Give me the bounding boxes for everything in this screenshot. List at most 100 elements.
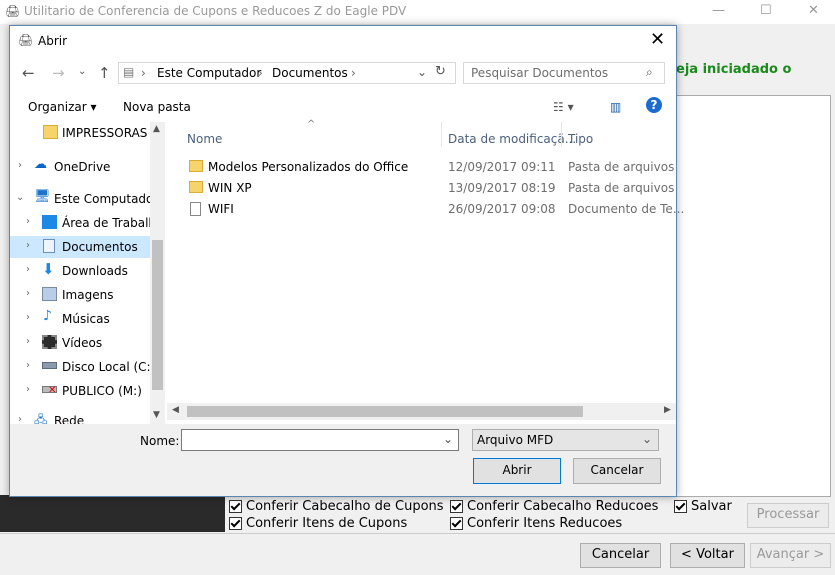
search-box[interactable]: Pesquisar Documentos ⌕ bbox=[463, 62, 665, 84]
divider bbox=[0, 533, 835, 534]
file-list-horizontal-scrollbar[interactable]: ◀ ▶ bbox=[167, 403, 676, 420]
next-button[interactable]: Avançar > bbox=[750, 543, 831, 568]
nav-item-onedrive[interactable]: › ☁ OneDrive bbox=[10, 156, 150, 178]
nav-item-label: PUBLICO (M:) bbox=[62, 384, 142, 398]
breadcrumb-este-computador[interactable]: Este Computador bbox=[157, 66, 261, 80]
file-row[interactable]: WIFI 26/09/2017 09:08 Documento de Te... bbox=[185, 199, 684, 219]
address-bar[interactable]: ▤ › Este Computador › Documentos › ⌄ ↻ bbox=[118, 62, 456, 84]
nav-item-videos[interactable]: › Vídeos bbox=[10, 332, 150, 354]
nav-item-impressoras[interactable]: IMPRESSORAS bbox=[10, 122, 150, 144]
documents-icon: ▤ bbox=[123, 65, 135, 79]
checkbox-checked-icon[interactable] bbox=[229, 500, 242, 513]
dialog-close-button[interactable]: ✕ bbox=[650, 29, 665, 50]
file-type-value: Arquivo MFD bbox=[477, 433, 554, 447]
nav-item-downloads[interactable]: › ⬇ Downloads bbox=[10, 260, 150, 282]
chevron-right-icon[interactable]: › bbox=[26, 240, 30, 251]
nav-item-imagens[interactable]: › Imagens bbox=[10, 284, 150, 306]
chevron-right-icon[interactable]: › bbox=[26, 312, 30, 323]
help-icon[interactable]: ? bbox=[646, 97, 662, 113]
dialog-cancel-button[interactable]: Cancelar bbox=[573, 458, 661, 484]
nav-pane-scrollbar[interactable]: ▲ ▼ bbox=[150, 122, 165, 424]
nav-item-musicas[interactable]: › ♪ Músicas bbox=[10, 308, 150, 330]
chevron-right-icon[interactable]: › bbox=[26, 216, 30, 227]
checkbox-conferir-cabecalho-reducoes[interactable]: Conferir Cabecalho Reducoes bbox=[450, 499, 658, 514]
checkbox-checked-icon[interactable] bbox=[450, 500, 463, 513]
scroll-down-icon[interactable]: ▼ bbox=[153, 410, 160, 420]
up-arrow-icon[interactable]: ↑ bbox=[98, 64, 111, 82]
scroll-left-icon[interactable]: ◀ bbox=[172, 405, 179, 415]
nav-item-label: Imagens bbox=[62, 288, 114, 302]
dialog-title: Abrir bbox=[38, 34, 68, 48]
maximize-button[interactable]: ☐ bbox=[760, 3, 772, 18]
checkbox-checked-icon[interactable] bbox=[674, 500, 687, 513]
scrollbar-thumb[interactable] bbox=[152, 240, 163, 390]
chevron-right-icon[interactable]: › bbox=[26, 264, 30, 275]
printer-icon: 🖨 bbox=[18, 33, 34, 47]
open-button[interactable]: Abrir bbox=[473, 458, 561, 484]
column-separator[interactable] bbox=[441, 122, 442, 147]
process-button[interactable]: Processar bbox=[747, 503, 829, 528]
nav-item-publico[interactable]: › ✕ PUBLICO (M:) bbox=[10, 380, 150, 402]
back-arrow-icon[interactable]: ← bbox=[22, 64, 35, 82]
checkbox-conferir-itens-cupons[interactable]: Conferir Itens de Cupons bbox=[229, 516, 407, 531]
dark-panel bbox=[0, 495, 225, 532]
chevron-down-icon[interactable]: ⌄ bbox=[16, 192, 24, 203]
folder-icon bbox=[43, 125, 58, 139]
preview-pane-icon[interactable]: ▥ bbox=[610, 100, 621, 114]
column-header-type[interactable]: Tipo bbox=[568, 132, 593, 146]
main-cancel-button[interactable]: Cancelar bbox=[580, 543, 661, 568]
refresh-icon[interactable]: ↻ bbox=[435, 64, 446, 79]
breadcrumb-documentos[interactable]: Documentos bbox=[272, 66, 348, 80]
back-button[interactable]: < Voltar bbox=[670, 543, 745, 568]
file-type-select[interactable]: Arquivo MFD ⌄ bbox=[472, 429, 659, 451]
scrollbar-thumb[interactable] bbox=[187, 406, 583, 417]
breadcrumb-separator-icon: › bbox=[141, 66, 146, 80]
column-header-date[interactable]: Data de modificaçã... bbox=[448, 132, 576, 146]
file-name: WIN XP bbox=[208, 181, 252, 195]
file-row[interactable]: WIN XP 13/09/2017 08:19 Pasta de arquivo… bbox=[185, 178, 675, 198]
chevron-right-icon[interactable]: › bbox=[18, 414, 22, 424]
new-folder-button[interactable]: Nova pasta bbox=[123, 100, 191, 114]
search-icon[interactable]: ⌕ bbox=[646, 65, 653, 80]
nav-item-label: Este Computador bbox=[54, 192, 159, 206]
nav-item-rede[interactable]: › 🖧 Rede bbox=[10, 410, 150, 424]
chevron-right-icon[interactable]: › bbox=[18, 160, 22, 171]
scroll-right-icon[interactable]: ▶ bbox=[664, 405, 671, 415]
column-separator[interactable] bbox=[561, 122, 562, 147]
computer-icon: 🖥 bbox=[34, 189, 51, 204]
close-button[interactable]: ✕ bbox=[808, 3, 819, 18]
printer-icon: 🖨 bbox=[5, 4, 21, 18]
column-header-name[interactable]: Nome bbox=[187, 132, 222, 146]
nav-item-disco-local[interactable]: › Disco Local (C:) bbox=[10, 356, 155, 378]
chevron-down-icon[interactable]: ⌄ bbox=[642, 432, 652, 446]
forward-arrow-icon[interactable]: → bbox=[52, 64, 65, 82]
address-dropdown-chevron-icon[interactable]: ⌄ bbox=[417, 65, 427, 79]
checkbox-conferir-itens-reducoes[interactable]: Conferir Itens Reducoes bbox=[450, 516, 622, 531]
checkbox-salvar[interactable]: Salvar bbox=[674, 499, 732, 514]
checkbox-conferir-cabecalho-cupons[interactable]: Conferir Cabecalho de Cupons bbox=[229, 499, 444, 514]
filename-input[interactable]: ⌄ bbox=[181, 429, 459, 451]
scroll-up-icon[interactable]: ▲ bbox=[153, 124, 160, 134]
file-name: WIFI bbox=[208, 202, 234, 216]
navigation-pane: IMPRESSORAS › ☁ OneDrive ⌄ 🖥 Este Computador… bbox=[10, 122, 165, 424]
minimize-button[interactable]: — bbox=[712, 3, 725, 18]
view-options-icon[interactable]: ☷ ▾ bbox=[553, 100, 574, 114]
nav-item-label: Disco Local (C:) bbox=[62, 360, 156, 374]
file-row[interactable]: Modelos Personalizados do Office 12/09/2… bbox=[185, 157, 675, 177]
checkbox-checked-icon[interactable] bbox=[450, 517, 463, 530]
nav-item-label: Rede bbox=[54, 414, 85, 424]
chevron-down-icon[interactable]: ⌄ bbox=[443, 432, 453, 446]
organize-menu[interactable]: Organizar ▾ bbox=[28, 100, 97, 114]
folder-icon bbox=[189, 160, 203, 172]
sort-ascending-icon: ^ bbox=[307, 119, 316, 130]
nav-item-documentos[interactable]: › Documentos bbox=[10, 236, 150, 258]
checkbox-checked-icon[interactable] bbox=[229, 517, 242, 530]
chevron-right-icon[interactable]: › bbox=[26, 288, 30, 299]
chevron-right-icon[interactable]: › bbox=[26, 384, 30, 395]
chevron-right-icon[interactable]: › bbox=[26, 360, 30, 371]
recent-locations-chevron-icon[interactable]: ⌄ bbox=[78, 66, 86, 77]
chevron-right-icon[interactable]: › bbox=[26, 336, 30, 347]
nav-item-area-de-trabalho[interactable]: › Área de Trabalho bbox=[10, 212, 163, 234]
nav-item-este-computador[interactable]: ⌄ 🖥 Este Computador bbox=[10, 188, 158, 210]
nav-item-label: OneDrive bbox=[54, 160, 111, 174]
